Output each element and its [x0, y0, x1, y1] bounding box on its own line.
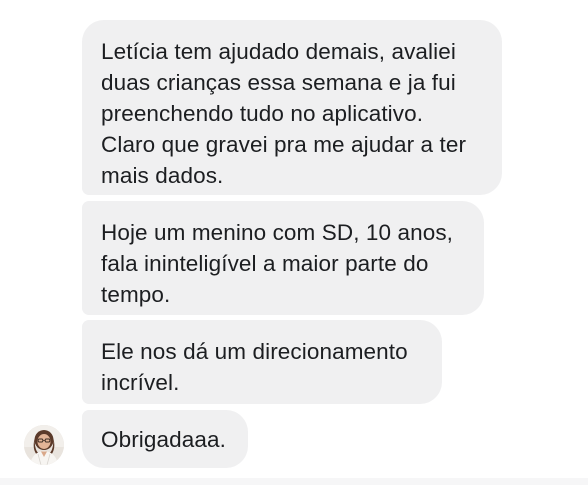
composer-edge [0, 478, 588, 485]
message-thread: Letícia tem ajudado demais, avaliei duas… [0, 0, 588, 485]
message-bubble-1[interactable]: Letícia tem ajudado demais, avaliei duas… [82, 20, 502, 195]
message-bubble-4[interactable]: Obrigadaaa. [82, 410, 248, 468]
message-bubble-3[interactable]: Ele nos dá um direcionamento incrível. [82, 320, 442, 404]
message-bubble-2[interactable]: Hoje um menino com SD, 10 anos, fala ini… [82, 201, 484, 315]
profile-photo-avatar-icon [24, 425, 64, 465]
sender-avatar[interactable] [24, 425, 64, 465]
